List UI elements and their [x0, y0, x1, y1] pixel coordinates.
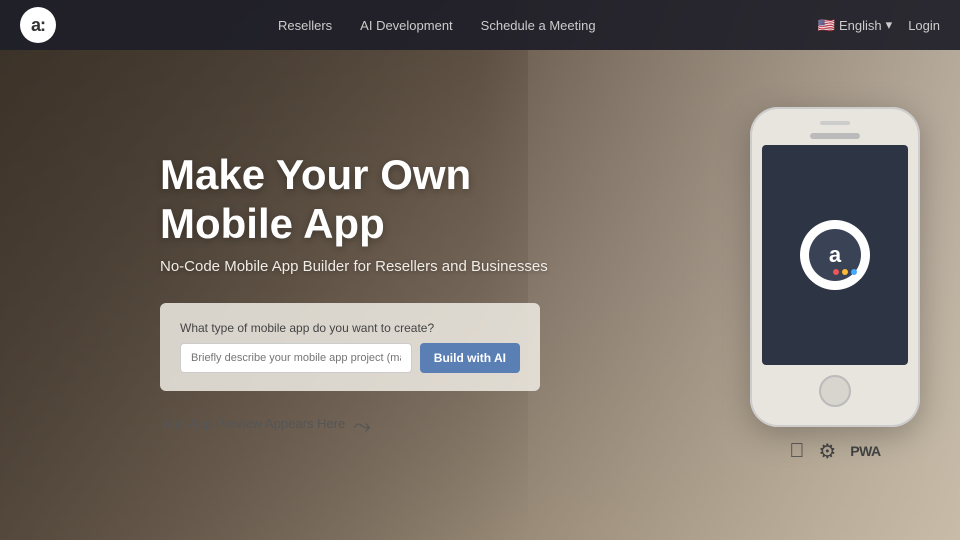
- app-preview-text: Your App Preview Appears Here: [160, 416, 345, 431]
- app-logo-inner: a: [809, 229, 861, 281]
- language-selector[interactable]: 🇺🇸 English ▾: [818, 17, 893, 34]
- hero-section: Make Your Own Mobile App No-Code Mobile …: [0, 0, 960, 540]
- dot-yellow: [842, 269, 848, 275]
- build-ai-button[interactable]: Build with AI: [420, 343, 520, 373]
- form-question: What type of mobile app do you want to c…: [180, 321, 520, 335]
- hero-title: Make Your Own Mobile App: [160, 151, 610, 248]
- chevron-down-icon: ▾: [886, 17, 893, 33]
- dot-blue: [851, 269, 857, 275]
- platform-icons:  ⚙ PWA: [789, 439, 880, 464]
- hero-content: Make Your Own Mobile App No-Code Mobile …: [0, 127, 960, 464]
- pwa-label: PWA: [850, 443, 880, 459]
- phone-camera: [810, 133, 860, 139]
- logo-text: a:: [31, 15, 45, 36]
- nav-right: 🇺🇸 English ▾ Login: [818, 17, 940, 34]
- form-row: Build with AI: [180, 343, 520, 373]
- flag-icon: 🇺🇸: [818, 17, 835, 34]
- logo[interactable]: a:: [20, 7, 56, 43]
- phone-screen: a: [762, 145, 908, 365]
- android-icon: ⚙: [818, 439, 836, 464]
- apple-icon: : [789, 440, 804, 463]
- app-logo-letter: a: [829, 242, 841, 268]
- app-description-input[interactable]: [180, 343, 412, 373]
- app-logo-dots: [833, 269, 857, 275]
- curved-arrow-icon: ⤳: [353, 413, 371, 439]
- phone-home-button: [819, 375, 851, 407]
- nav-links: Resellers AI Development Schedule a Meet…: [278, 18, 596, 33]
- phone-mockup-section: a  ⚙ PWA: [750, 107, 920, 464]
- phone-mockup: a: [750, 107, 920, 427]
- app-preview-hint: Your App Preview Appears Here ⤳: [160, 409, 610, 439]
- app-logo-circle: a: [800, 220, 870, 290]
- nav-resellers[interactable]: Resellers: [278, 18, 332, 33]
- navbar: a: Resellers AI Development Schedule a M…: [0, 0, 960, 50]
- hero-subtitle: No-Code Mobile App Builder for Resellers…: [160, 258, 610, 275]
- nav-schedule-meeting[interactable]: Schedule a Meeting: [481, 18, 596, 33]
- dot-red: [833, 269, 839, 275]
- language-label: English: [839, 18, 882, 33]
- nav-ai-development[interactable]: AI Development: [360, 18, 453, 33]
- phone-speaker: [820, 121, 850, 125]
- app-form-box: What type of mobile app do you want to c…: [160, 303, 540, 391]
- login-link[interactable]: Login: [908, 18, 940, 33]
- hero-left-panel: Make Your Own Mobile App No-Code Mobile …: [160, 151, 610, 439]
